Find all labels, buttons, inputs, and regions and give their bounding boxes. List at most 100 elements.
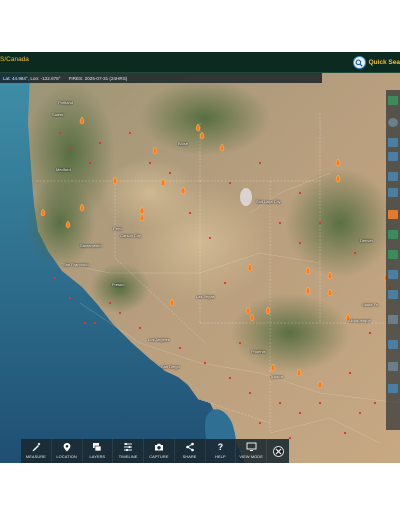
bottom-toolbar: MEASURE LOCATION LAYERS TIMELINE CAPTURE bbox=[21, 439, 289, 463]
fire-marker[interactable] bbox=[139, 213, 145, 222]
fire-marker[interactable] bbox=[79, 116, 85, 125]
fire-marker[interactable] bbox=[79, 203, 85, 212]
map-tool-button[interactable] bbox=[388, 340, 398, 349]
fire-hotspot[interactable] bbox=[68, 296, 72, 300]
fire-hotspot[interactable] bbox=[93, 321, 97, 325]
fire-marker[interactable] bbox=[112, 176, 118, 185]
fire-marker[interactable] bbox=[335, 174, 341, 183]
map-tool-button[interactable] bbox=[388, 384, 398, 393]
help-button[interactable]: ? HELP bbox=[206, 439, 237, 463]
fire-marker[interactable] bbox=[335, 158, 341, 167]
fire-marker[interactable] bbox=[199, 131, 205, 140]
fire-hotspot[interactable] bbox=[318, 401, 322, 405]
fire-hotspot[interactable] bbox=[318, 221, 322, 225]
fire-hotspot[interactable] bbox=[298, 241, 302, 245]
fire-hotspot[interactable] bbox=[298, 411, 302, 415]
map-tool-button[interactable] bbox=[388, 152, 398, 161]
fire-hotspot[interactable] bbox=[298, 191, 302, 195]
fire-hotspot[interactable] bbox=[353, 251, 357, 255]
fire-marker[interactable] bbox=[245, 306, 251, 315]
fire-hotspot[interactable] bbox=[288, 436, 292, 440]
fire-marker[interactable] bbox=[249, 313, 255, 322]
close-toolbar-button[interactable] bbox=[267, 439, 289, 463]
fire-marker[interactable] bbox=[139, 206, 145, 215]
fire-hotspot[interactable] bbox=[58, 131, 62, 135]
map-tool-button[interactable] bbox=[388, 270, 398, 279]
map-tool-button[interactable] bbox=[388, 290, 398, 299]
fire-layer-button[interactable] bbox=[388, 210, 398, 219]
fire-hotspot[interactable] bbox=[343, 431, 347, 435]
fire-hotspot[interactable] bbox=[108, 301, 112, 305]
map-tool-button[interactable] bbox=[388, 250, 398, 259]
fire-hotspot[interactable] bbox=[168, 171, 172, 175]
map-tool-button[interactable] bbox=[388, 362, 398, 371]
capture-button[interactable]: CAPTURE bbox=[144, 439, 175, 463]
fire-hotspot[interactable] bbox=[148, 161, 152, 165]
fire-hotspot[interactable] bbox=[238, 341, 242, 345]
fire-hotspot[interactable] bbox=[278, 221, 282, 225]
quick-search-button[interactable]: Quick Sea bbox=[352, 54, 400, 71]
fire-marker[interactable] bbox=[327, 271, 333, 280]
fire-hotspot[interactable] bbox=[83, 321, 87, 325]
fire-hotspot[interactable] bbox=[178, 346, 182, 350]
fire-marker[interactable] bbox=[265, 306, 271, 315]
fire-marker[interactable] bbox=[247, 263, 253, 272]
map-tool-button[interactable] bbox=[388, 138, 398, 147]
fire-marker[interactable] bbox=[169, 298, 175, 307]
measure-button[interactable]: MEASURE bbox=[21, 439, 52, 463]
fire-hotspot[interactable] bbox=[278, 401, 282, 405]
map-tool-button[interactable] bbox=[388, 172, 398, 181]
timeline-button[interactable]: TIMELINE bbox=[113, 439, 144, 463]
fire-hotspot[interactable] bbox=[188, 211, 192, 215]
fire-hotspot[interactable] bbox=[228, 181, 232, 185]
fire-marker[interactable] bbox=[160, 178, 166, 187]
fire-marker[interactable] bbox=[195, 123, 201, 132]
compass-button[interactable] bbox=[388, 118, 398, 127]
fire-hotspot[interactable] bbox=[358, 411, 362, 415]
view-mode-button[interactable]: VIEW MODE bbox=[236, 439, 267, 463]
fire-hotspot[interactable] bbox=[128, 131, 132, 135]
fire-marker[interactable] bbox=[317, 380, 323, 389]
fire-hotspot[interactable] bbox=[223, 281, 227, 285]
fire-hotspot[interactable] bbox=[53, 276, 57, 280]
location-button[interactable]: LOCATION bbox=[52, 439, 83, 463]
fire-hotspot[interactable] bbox=[98, 141, 102, 145]
fire-marker[interactable] bbox=[305, 266, 311, 275]
fire-hotspot[interactable] bbox=[373, 401, 377, 405]
search-icon bbox=[352, 56, 366, 69]
fire-marker[interactable] bbox=[219, 143, 225, 152]
city-label: Portland bbox=[58, 100, 73, 105]
city-label: Salt Lake City bbox=[256, 199, 281, 204]
fire-hotspot[interactable] bbox=[228, 376, 232, 380]
fire-hotspot[interactable] bbox=[203, 361, 207, 365]
fire-marker[interactable] bbox=[152, 146, 158, 155]
layers-button[interactable]: LAYERS bbox=[83, 439, 114, 463]
map-tool-button[interactable] bbox=[388, 230, 398, 239]
fire-marker[interactable] bbox=[270, 363, 276, 372]
map-canvas[interactable]: Portland Salem Medford Boise Salt Lake C… bbox=[0, 73, 400, 463]
fire-hotspot[interactable] bbox=[258, 421, 262, 425]
fire-hotspot[interactable] bbox=[138, 326, 142, 330]
fire-hotspot[interactable] bbox=[258, 161, 262, 165]
fire-hotspot[interactable] bbox=[68, 146, 72, 150]
question-mark-icon: ? bbox=[217, 442, 224, 452]
fire-marker[interactable] bbox=[180, 186, 186, 195]
fire-hotspot[interactable] bbox=[88, 161, 92, 165]
fire-hotspot[interactable] bbox=[208, 236, 212, 240]
app-window: S/Canada Quick Sea Portland Salem Medfor… bbox=[0, 52, 400, 463]
fire-marker[interactable] bbox=[305, 286, 311, 295]
region-link[interactable]: S/Canada bbox=[0, 56, 29, 63]
layers-toggle-button[interactable] bbox=[388, 96, 398, 105]
fire-hotspot[interactable] bbox=[348, 371, 352, 375]
map-tool-button[interactable] bbox=[388, 315, 398, 324]
fire-marker[interactable] bbox=[296, 368, 302, 377]
share-button[interactable]: SHARE bbox=[175, 439, 206, 463]
fire-marker[interactable] bbox=[40, 208, 46, 217]
fire-marker[interactable] bbox=[65, 220, 71, 229]
fire-hotspot[interactable] bbox=[248, 391, 252, 395]
fire-hotspot[interactable] bbox=[368, 331, 372, 335]
fire-marker[interactable] bbox=[327, 288, 333, 297]
quick-search-label: Quick Sea bbox=[368, 59, 400, 66]
map-tool-button[interactable] bbox=[388, 188, 398, 197]
fire-hotspot[interactable] bbox=[118, 311, 122, 315]
